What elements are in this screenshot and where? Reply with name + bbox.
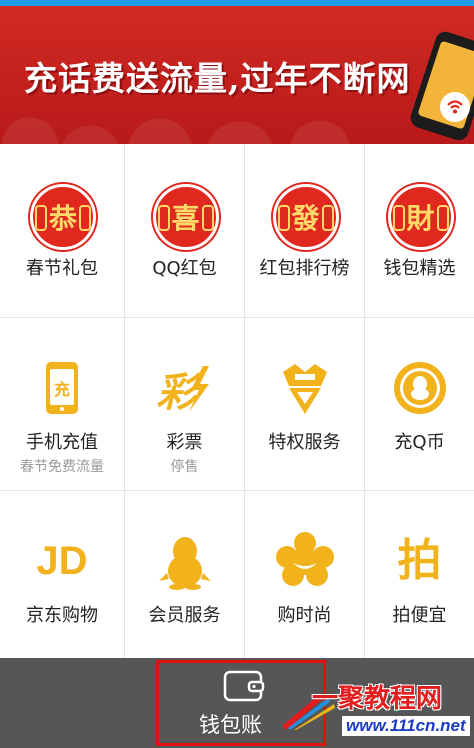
grid-item-label: 购时尚 bbox=[277, 605, 332, 626]
gong-seal-icon: 恭 bbox=[30, 182, 96, 250]
xi-seal-icon: 喜 bbox=[152, 182, 219, 250]
service-grid: 恭 春节礼包 喜 QQ红包 發 红包排行榜 財 钱包精选 充 手机充值 春节免费… bbox=[0, 144, 474, 658]
grid-item-lottery[interactable]: 彩 彩票 停售 bbox=[125, 318, 245, 491]
wallet-label: 钱包账 bbox=[199, 713, 262, 737]
grid-item-label: 特权服务 bbox=[268, 432, 341, 453]
cai-seal-icon: 財 bbox=[387, 182, 454, 250]
grid-item-label: 手机充值 bbox=[26, 432, 98, 453]
grid-item-label: 京东购物 bbox=[26, 605, 98, 626]
watermark-title: 一聚教程网 bbox=[312, 684, 443, 714]
site-watermark: 一聚教程网 www.111cn.net bbox=[280, 672, 474, 748]
wifi-icon bbox=[440, 92, 470, 122]
grid-item-sublabel: 春节免费流量 bbox=[20, 459, 104, 475]
grid-item-wallet-picks[interactable]: 財 钱包精选 bbox=[365, 144, 474, 318]
jd-icon: JD bbox=[36, 539, 88, 583]
promo-banner[interactable]: 充话费送流量,过年不断网 bbox=[0, 6, 474, 144]
grid-item-label: 红包排行榜 bbox=[259, 258, 350, 279]
grid-item-qq-coin[interactable]: 充Q币 bbox=[365, 318, 474, 491]
grid-item-phone-recharge[interactable]: 充 手机充值 春节免费流量 bbox=[0, 318, 125, 491]
grid-item-label: 充Q币 bbox=[394, 432, 445, 453]
grid-item-label: QQ红包 bbox=[152, 258, 217, 279]
grid-item-member-service[interactable]: 会员服务 bbox=[125, 491, 245, 658]
grid-item-label: 钱包精选 bbox=[383, 258, 456, 279]
wallet-icon bbox=[223, 669, 267, 703]
grid-item-cheap-deals[interactable]: 拍 拍便宜 bbox=[365, 491, 474, 658]
grid-item-label: 彩票 bbox=[166, 432, 203, 453]
watermark-url: www.111cn.net bbox=[342, 716, 470, 736]
fa-seal-icon: 發 bbox=[272, 182, 339, 250]
grid-item-fashion-shopping[interactable]: 购时尚 bbox=[245, 491, 365, 658]
qq-coin-icon bbox=[388, 356, 452, 420]
banner-text: 充话费送流量,过年不断网 bbox=[24, 59, 411, 98]
grid-item-redpacket-ranking[interactable]: 發 红包排行榜 bbox=[245, 144, 365, 318]
grid-item-qq-redpacket[interactable]: 喜 QQ红包 bbox=[125, 144, 245, 318]
phone-recharge-icon: 充 bbox=[30, 356, 94, 420]
fashion-icon bbox=[273, 529, 337, 593]
grid-item-spring-gift[interactable]: 恭 春节礼包 bbox=[0, 144, 125, 318]
grid-item-sublabel: 停售 bbox=[170, 459, 199, 475]
grid-item-label: 春节礼包 bbox=[26, 258, 98, 279]
penguin-icon bbox=[153, 529, 217, 593]
grid-item-label: 会员服务 bbox=[148, 605, 221, 626]
grid-item-privilege-service[interactable]: 特权服务 bbox=[245, 318, 365, 491]
grid-item-label: 拍便宜 bbox=[392, 605, 447, 626]
lottery-icon: 彩 bbox=[153, 356, 217, 420]
crown-icon bbox=[273, 356, 337, 420]
pai-icon: 拍 bbox=[397, 535, 442, 586]
grid-item-jd-shopping[interactable]: JD 京东购物 bbox=[0, 491, 125, 658]
